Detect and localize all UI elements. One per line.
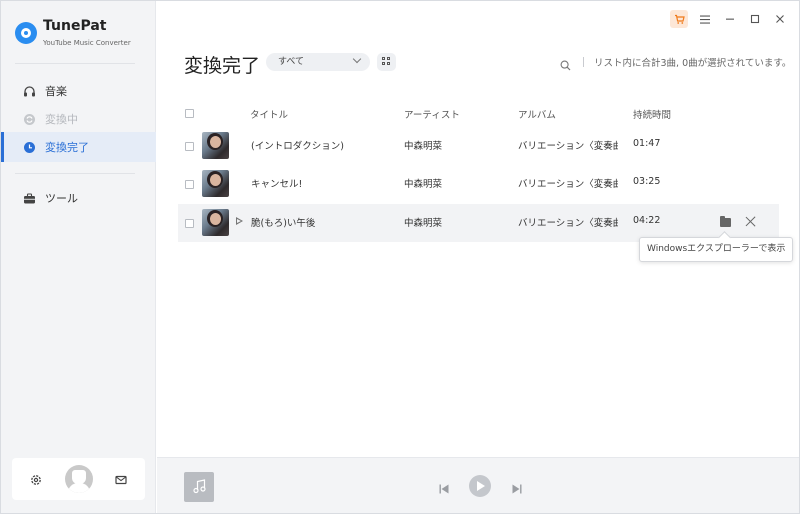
sidebar-item-converted[interactable]: 変換完了: [1, 132, 156, 162]
track-title: 脆(もろ)い午後: [251, 218, 316, 229]
track-title: (イントロダクション): [251, 141, 344, 152]
sidebar-divider: [15, 173, 135, 174]
sidebar-item-tools[interactable]: ツール: [1, 183, 156, 213]
skip-previous-icon[interactable]: [438, 480, 450, 494]
app-window: TunePat YouTube Music Converter 音楽 変換中 変…: [0, 0, 800, 514]
column-artist[interactable]: アーティスト: [404, 107, 460, 121]
sidebar-item-music[interactable]: 音楽: [1, 76, 156, 106]
chevron-down-icon: [352, 54, 362, 64]
column-album[interactable]: アルバム: [518, 107, 556, 121]
sidebar-item-converting[interactable]: 変換中: [1, 104, 156, 134]
table-row[interactable]: (イントロダクション) 中森明菜 バリエーション〈変奏曲〉 01:47: [178, 127, 779, 165]
maximize-button[interactable]: [746, 10, 764, 28]
close-icon: [776, 15, 784, 23]
filter-dropdown[interactable]: すべて: [266, 53, 370, 71]
row-checkbox[interactable]: [185, 219, 194, 228]
track-duration: 04:22: [633, 215, 661, 226]
track-title: キャンセル!: [251, 179, 303, 190]
menu-icon: [700, 15, 710, 24]
column-title[interactable]: タイトル: [250, 107, 288, 121]
music-note-icon: [193, 479, 206, 494]
track-artist: 中森明菜: [404, 179, 443, 190]
track-album: バリエーション〈変奏曲〉: [518, 141, 618, 152]
sidebar-item-label: 変換完了: [45, 141, 89, 154]
album-art: [202, 170, 229, 197]
skip-next-icon[interactable]: [511, 480, 523, 494]
album-art: [202, 209, 229, 236]
track-duration: 03:25: [633, 176, 661, 187]
play-pause-button[interactable]: [469, 475, 491, 497]
headphones-icon: [23, 85, 36, 98]
cart-icon: [674, 14, 685, 24]
sidebar-item-label: ツール: [45, 192, 78, 205]
mail-icon[interactable]: [114, 472, 128, 486]
grid-view-button[interactable]: [377, 53, 396, 71]
user-card: [12, 458, 145, 500]
track-duration: 01:47: [633, 138, 661, 149]
track-artist: 中森明菜: [404, 218, 443, 229]
now-playing-art: [184, 472, 214, 502]
select-all-checkbox[interactable]: [185, 109, 194, 118]
page-title: 変換完了: [184, 55, 261, 77]
maximize-icon: [750, 14, 760, 24]
column-duration[interactable]: 持続時間: [633, 107, 671, 121]
app-subtitle: YouTube Music Converter: [43, 39, 131, 47]
minimize-button[interactable]: [721, 10, 739, 28]
header-separator: [583, 57, 584, 67]
brand: TunePat YouTube Music Converter: [15, 17, 155, 49]
tooltip: Windowsエクスプローラーで表示: [639, 237, 794, 262]
row-checkbox[interactable]: [185, 180, 194, 189]
play-icon[interactable]: [236, 217, 243, 225]
track-album: バリエーション〈変奏曲〉: [518, 179, 618, 190]
folder-icon[interactable]: [720, 216, 731, 227]
converting-icon: [23, 113, 36, 126]
filter-selected: すべて: [278, 57, 305, 67]
clock-icon: [23, 141, 36, 154]
close-window-button[interactable]: [771, 10, 789, 28]
selection-summary: リスト内に合計3曲, 0曲が選択されています。: [594, 58, 792, 69]
gear-icon[interactable]: [29, 472, 43, 486]
sidebar-item-label: 変換中: [45, 113, 78, 126]
sidebar: TunePat YouTube Music Converter 音楽 変換中 変…: [1, 1, 156, 513]
toolbox-icon: [23, 192, 36, 205]
album-art: [202, 132, 229, 159]
close-icon[interactable]: [745, 216, 756, 227]
sidebar-item-label: 音楽: [45, 85, 67, 98]
menu-button[interactable]: [696, 10, 714, 28]
avatar[interactable]: [64, 465, 93, 493]
track-artist: 中森明菜: [404, 141, 443, 152]
app-name: TunePat: [43, 18, 107, 34]
search-icon[interactable]: [560, 56, 571, 71]
table-row[interactable]: キャンセル! 中森明菜 バリエーション〈変奏曲〉 03:25: [178, 165, 779, 203]
tunepat-logo-icon: [15, 22, 37, 44]
row-checkbox[interactable]: [185, 142, 194, 151]
cart-button[interactable]: [670, 10, 688, 28]
minimize-icon: [726, 18, 734, 20]
sidebar-divider: [15, 63, 135, 64]
player-bar: [157, 457, 799, 513]
track-album: バリエーション〈変奏曲〉: [518, 218, 618, 229]
